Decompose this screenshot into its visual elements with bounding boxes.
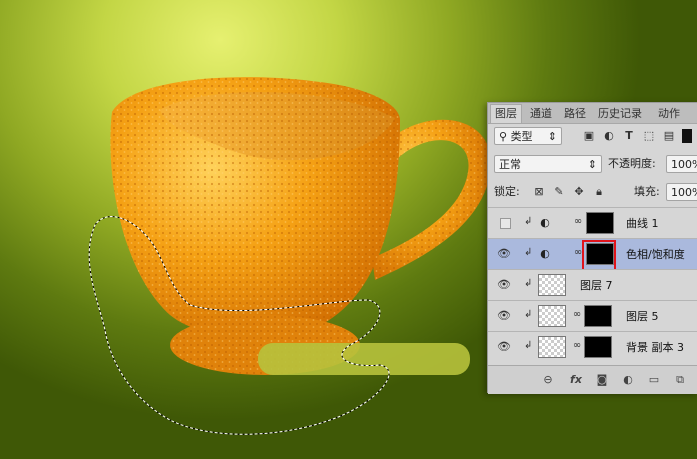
layer-thumbnail[interactable] xyxy=(538,336,566,358)
clip-arrow-icon: ↲ xyxy=(524,216,533,227)
eye-icon[interactable]: 👁︎ xyxy=(496,247,512,261)
clip-arrow-icon: ↲ xyxy=(524,340,533,351)
new-adjustment-icon[interactable]: ◐ xyxy=(620,373,636,387)
lock-label: 锁定: xyxy=(494,185,520,198)
curves-adjustment-icon: ◐ xyxy=(540,216,550,229)
fx-icon[interactable]: fx xyxy=(568,373,584,387)
new-group-icon[interactable]: ▭ xyxy=(646,373,662,387)
type-filter-icon[interactable]: T xyxy=(622,129,636,143)
shape-filter-icon[interactable]: ⬚ xyxy=(642,129,656,143)
image-filter-icon[interactable]: ▣ xyxy=(582,129,596,143)
updown-arrow-icon: ⇕ xyxy=(587,158,597,171)
filter-kind-value: 类型 xyxy=(510,130,533,143)
search-icon: ⚲ xyxy=(499,130,511,143)
filter-row: ⚲ 类型 ⇕ ▣ ◐ T ⬚ ▤ xyxy=(488,125,697,147)
clip-arrow-icon: ↲ xyxy=(524,247,533,258)
highlight-box xyxy=(582,240,616,271)
eye-icon[interactable]: 👁︎ xyxy=(496,309,512,323)
eye-icon[interactable]: 👁︎ xyxy=(496,278,512,292)
link-chain-icon[interactable]: ∞ xyxy=(572,309,582,320)
tab-layers[interactable]: 图层 xyxy=(490,104,522,123)
opacity-input[interactable]: 100% xyxy=(666,155,697,173)
lock-row: 锁定: ⊠ ✎ ✥ 🔒︎ 填充: 100% xyxy=(488,181,697,203)
blend-mode-value: 正常 xyxy=(499,158,521,171)
layer-row[interactable]: 👁︎ ↲ ∞ 背景 副本 3 xyxy=(488,331,697,363)
filter-kind-select[interactable]: ⚲ 类型 ⇕ xyxy=(494,127,562,145)
layers-panel: 图层 通道 路径 历史记录 动作 ⚲ 类型 ⇕ ▣ ◐ T ⬚ ▤ 正常 ⇕ 不透明… xyxy=(487,102,697,394)
lock-image-brush-icon[interactable]: ✎ xyxy=(552,185,566,199)
layer-row-selected[interactable]: 👁︎ ↲ ◐ ∞ 色相/饱和度 xyxy=(488,238,697,271)
layer-name: 背景 副本 3 xyxy=(626,341,684,354)
eye-icon[interactable]: 👁︎ xyxy=(496,340,512,354)
fill-input[interactable]: 100% xyxy=(666,183,697,201)
updown-arrow-icon: ⇕ xyxy=(547,130,557,143)
adjustment-filter-icon[interactable]: ◐ xyxy=(602,129,616,143)
tab-paths[interactable]: 路径 xyxy=(560,105,590,123)
hue-saturation-adjustment-icon: ◐ xyxy=(540,247,550,260)
blend-mode-select[interactable]: 正常 ⇕ xyxy=(494,155,602,173)
clip-arrow-icon: ↲ xyxy=(524,278,533,289)
layer-name: 曲线 1 xyxy=(626,217,659,230)
layer-mask-thumbnail[interactable] xyxy=(584,336,612,358)
tab-actions[interactable]: 动作 xyxy=(654,105,684,123)
layer-name: 图层 5 xyxy=(626,310,659,323)
visibility-off-box[interactable] xyxy=(500,218,511,229)
layer-row[interactable]: 👁︎ ↲ ∞ 图层 5 xyxy=(488,300,697,332)
layer-thumbnail[interactable] xyxy=(538,305,566,327)
lock-transparent-icon[interactable]: ⊠ xyxy=(532,185,546,199)
panel-tab-bar: 图层 通道 路径 历史记录 动作 xyxy=(488,103,697,124)
panel-footer: ⊖ fx ◙ ◐ ▭ ⧉ xyxy=(488,365,697,394)
layer-thumbnail[interactable] xyxy=(538,274,566,296)
layer-mask-thumbnail[interactable] xyxy=(584,305,612,327)
layer-row[interactable]: 👁︎ ↲ 图层 7 xyxy=(488,269,697,301)
tab-history[interactable]: 历史记录 xyxy=(594,105,646,123)
link-chain-icon[interactable]: ∞ xyxy=(573,216,583,227)
layer-row[interactable]: ↲ ◐ ∞ 曲线 1 xyxy=(488,207,697,239)
new-layer-icon[interactable]: ⧉ xyxy=(672,373,688,387)
layer-name: 图层 7 xyxy=(580,279,613,292)
saucer-strip xyxy=(258,343,470,375)
smart-object-filter-icon[interactable]: ▤ xyxy=(662,129,676,143)
link-icon[interactable]: ⊖ xyxy=(540,373,556,387)
fill-label: 填充: xyxy=(634,185,660,198)
clip-arrow-icon: ↲ xyxy=(524,309,533,320)
lock-position-icon[interactable]: ✥ xyxy=(572,185,586,199)
layer-mask-thumbnail[interactable] xyxy=(586,212,614,234)
lock-all-icon[interactable]: 🔒︎ xyxy=(592,185,606,199)
blend-row: 正常 ⇕ 不透明度: 100% xyxy=(488,153,697,175)
tab-channels[interactable]: 通道 xyxy=(526,105,556,123)
filter-toggle-icon[interactable] xyxy=(682,129,692,143)
link-chain-icon[interactable]: ∞ xyxy=(572,340,582,351)
opacity-label: 不透明度: xyxy=(608,157,656,170)
layer-name: 色相/饱和度 xyxy=(626,248,685,261)
add-mask-icon[interactable]: ◙ xyxy=(594,373,610,387)
